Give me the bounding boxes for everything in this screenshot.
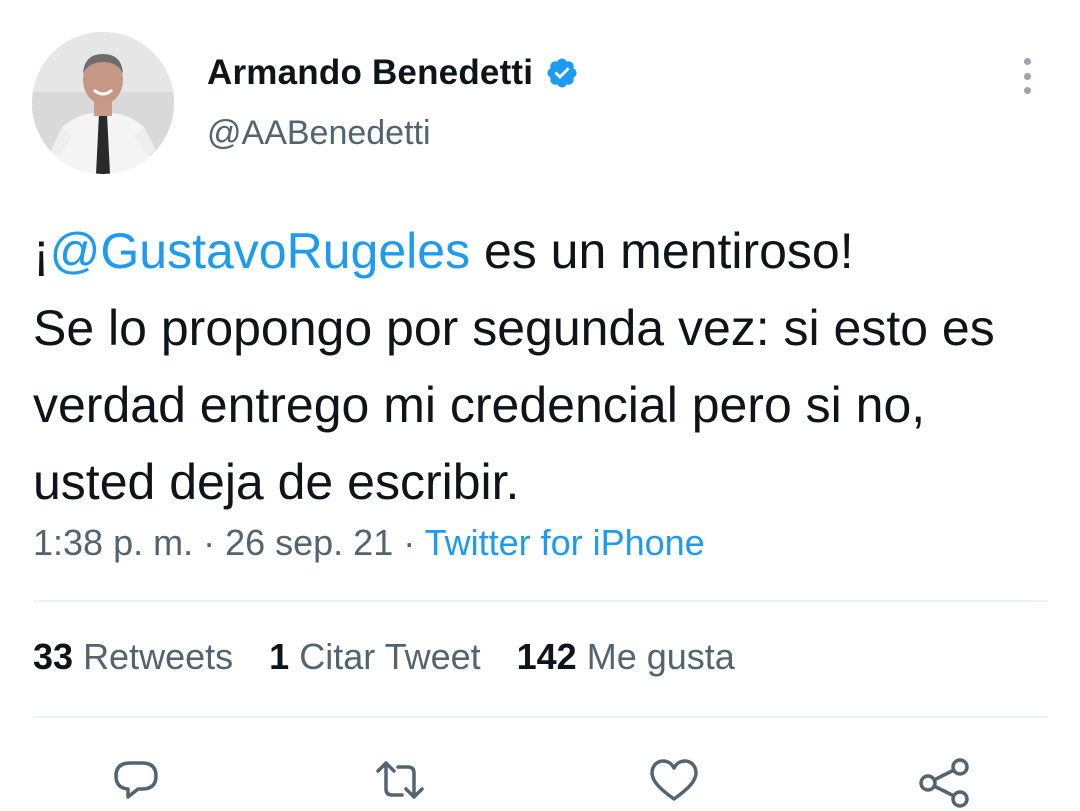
author-handle[interactable]: @AABenedetti xyxy=(207,114,431,153)
retweets-label: Retweets xyxy=(83,636,234,677)
tweet-stats: 33 Retweets 1 Citar Tweet 142 Me gusta xyxy=(33,636,761,678)
tweet-text-body: Se lo propongo por segunda vez: si esto … xyxy=(33,300,995,510)
verified-badge-icon xyxy=(545,56,579,90)
quotes-count: 1 xyxy=(269,636,290,677)
quotes-stat[interactable]: 1 Citar Tweet xyxy=(269,636,480,677)
tweet-meta: 1:38 p. m. · 26 sep. 21 · Twitter for iP… xyxy=(33,522,705,564)
tweet-actions-bar xyxy=(0,755,1080,808)
share-icon[interactable] xyxy=(916,755,972,811)
more-dot xyxy=(1023,72,1031,80)
reply-icon[interactable] xyxy=(108,755,164,811)
likes-count: 142 xyxy=(516,636,577,677)
retweet-icon[interactable] xyxy=(372,755,428,811)
divider xyxy=(33,716,1048,718)
divider xyxy=(33,600,1048,602)
mention-link[interactable]: @GustavoRugeles xyxy=(50,223,470,279)
likes-stat[interactable]: 142 Me gusta xyxy=(517,636,735,677)
quotes-label: Citar Tweet xyxy=(299,636,481,677)
more-dot xyxy=(1023,87,1031,94)
author-display-name[interactable]: Armando Benedetti xyxy=(207,53,533,93)
retweets-stat[interactable]: 33 Retweets xyxy=(33,636,233,677)
tweet-text-line1: es un mentiroso! xyxy=(470,223,854,279)
tweet-source-link[interactable]: Twitter for iPhone xyxy=(425,522,705,563)
avatar[interactable] xyxy=(32,32,174,174)
tweet-prefix: ¡ xyxy=(33,223,50,279)
meta-separator: · xyxy=(193,522,226,563)
like-icon[interactable] xyxy=(646,755,702,811)
meta-separator: · xyxy=(393,522,425,563)
tweet-time[interactable]: 1:38 p. m. xyxy=(33,522,193,563)
more-options-icon[interactable] xyxy=(1012,58,1042,94)
author-name-row[interactable]: Armando Benedetti xyxy=(207,52,579,94)
likes-label: Me gusta xyxy=(586,636,735,677)
tweet-date[interactable]: 26 sep. 21 xyxy=(225,522,393,563)
tweet-text: ¡@GustavoRugeles es un mentiroso! Se lo p… xyxy=(33,213,1033,521)
retweets-count: 33 xyxy=(33,636,74,677)
more-dot xyxy=(1023,58,1031,65)
